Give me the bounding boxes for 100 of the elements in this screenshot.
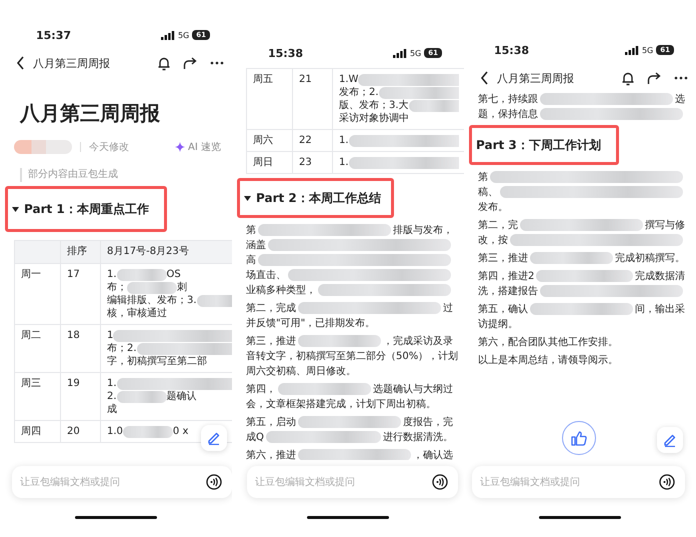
status-time: 15:38 (268, 46, 304, 60)
table-cell: 周日 (247, 152, 293, 174)
cell-text: 1 (107, 329, 114, 342)
paragraph-text: 访提纲。 (478, 318, 518, 330)
share-icon[interactable] (183, 56, 198, 70)
table-cell: 周一 (15, 264, 61, 325)
cell-text: 字，初稿撰写至第二部 (107, 355, 207, 368)
paragraph-text: 涵盖 (246, 238, 266, 252)
edit-button[interactable] (201, 425, 227, 451)
nav-title: 八月第三周周报 (497, 70, 575, 86)
pencil-icon (663, 433, 677, 447)
cell-text: 题确认 (166, 390, 197, 403)
paragraph-text: 高 (246, 254, 256, 266)
cell-text: 发布；2. (339, 86, 379, 99)
status-time: 15:38 (494, 44, 530, 56)
paragraph-text: 第三，推进 (246, 334, 296, 348)
paragraph-text: 第 (246, 224, 256, 236)
cell-text: 成 (107, 403, 117, 416)
input-field[interactable]: 让豆包编辑文档或提问 (12, 466, 232, 498)
cell-text: 布；2. (107, 342, 137, 355)
caret-icon[interactable] (12, 206, 19, 212)
paragraph-text: 排版与发布， (393, 224, 453, 236)
paragraph-text: 过 (443, 302, 453, 314)
nav-title: 八月第三周周报 (33, 56, 111, 70)
edit-button[interactable] (657, 427, 683, 453)
table-header-cell: 排序 (61, 241, 101, 264)
status-time: 15:37 (36, 28, 72, 42)
table-cell: 周四 (15, 421, 61, 443)
paragraph-text: 第三，推进 (478, 252, 528, 264)
paragraph-text: 进行数据清洗。 (383, 430, 453, 444)
paragraph-text: 完成数据清 (635, 270, 685, 282)
section-heading: Part 2：本周工作总结 (256, 191, 381, 205)
cell-text: 0 x (172, 425, 188, 438)
cell-text: 核，审核通过 (107, 307, 167, 320)
share-icon[interactable] (647, 71, 662, 85)
ai-summary-button[interactable]: AI 速览 (175, 140, 221, 154)
table-cell: 23 (293, 152, 333, 174)
paragraph-text: 第 (478, 170, 488, 184)
paragraph-text: 第四， (246, 382, 276, 396)
paragraph-text: 周六交初稿、周日修改。 (246, 364, 356, 378)
cell-text: 布； (107, 281, 127, 294)
more-icon[interactable] (674, 76, 688, 80)
network-type: 5G (178, 30, 190, 40)
network-type: 5G (410, 48, 422, 58)
paragraph-text: 以上是本周总结，请领导阅示。 (478, 354, 618, 366)
blurred-text (116, 268, 167, 280)
signal-icon (392, 48, 407, 58)
paragraph-text: 度报告，完 (403, 416, 453, 428)
bell-icon[interactable] (157, 56, 171, 70)
cell-text: 1. (107, 377, 117, 390)
blurred-text (122, 426, 173, 438)
paragraph-text: 稿、 (478, 186, 498, 198)
cell-text: 1. (107, 268, 117, 281)
network-type: 5G (642, 46, 654, 54)
table-cell: 周五 (247, 69, 293, 130)
back-icon[interactable] (16, 56, 25, 70)
paragraph-text: 第五，启动 (246, 416, 296, 428)
ai-note: 部分内容由豆包生成 (20, 168, 221, 182)
cell-text: 采访对象协调中 (339, 112, 409, 125)
input-field[interactable]: 让豆包编辑文档或提问 (472, 466, 685, 498)
caret-icon[interactable] (244, 196, 251, 200)
bell-icon[interactable] (621, 70, 635, 86)
blurred-text (196, 294, 232, 306)
back-icon[interactable] (480, 71, 489, 85)
paragraph-text: 第六，推进 (246, 448, 296, 460)
pencil-icon (207, 431, 221, 445)
voice-icon[interactable] (659, 474, 675, 490)
cell-text: OS (166, 268, 181, 281)
more-icon[interactable] (210, 61, 224, 65)
table-cell: 周二 (15, 325, 61, 373)
voice-icon[interactable] (206, 474, 222, 490)
cell-text: 1.0 (107, 425, 123, 438)
cell-text: 刺 (177, 281, 187, 294)
paragraph-text: 会，文章框架搭建完成，计划下周出初稿。 (246, 398, 436, 410)
paragraph-text: 间，输出采 (635, 302, 685, 316)
signal-icon (160, 30, 175, 40)
paragraph-text: ，确认选 (413, 448, 453, 460)
thumbs-up-icon (571, 430, 587, 446)
paragraph-text: 第六，配合团队其他工作安排。 (478, 336, 618, 348)
paragraph-text: 场直击、 (246, 268, 286, 282)
voice-icon[interactable] (432, 474, 448, 490)
table-cell: 19 (61, 373, 101, 421)
paragraph-text: 完成初稿撰写。 (615, 252, 685, 264)
document-title: 八月第三周周报 (18, 100, 161, 126)
input-field[interactable]: 让豆包编辑文档或提问 (247, 466, 458, 498)
paragraph-text: 发布。 (478, 200, 508, 214)
paragraph-text: 撰写与修 (645, 218, 685, 232)
section-heading: Part 1：本周重点工作 (24, 202, 149, 216)
table-cell: 20 (61, 421, 101, 443)
cell-text: 1. (339, 156, 349, 169)
paragraph-text: 第四，推进2 (478, 270, 534, 282)
cell-text: 版、发布；3.大 (339, 99, 409, 112)
like-button[interactable] (562, 421, 596, 455)
table-cell: 周六 (247, 130, 293, 152)
signal-icon (624, 46, 639, 54)
table-cell: 18 (61, 325, 101, 373)
table-cell: 21 (293, 69, 333, 130)
sparkle-icon (175, 142, 186, 152)
paragraph-text: 并反馈"可用"，已排期发布。 (246, 316, 376, 330)
paragraph-text: 题，保持信息 (478, 108, 538, 120)
